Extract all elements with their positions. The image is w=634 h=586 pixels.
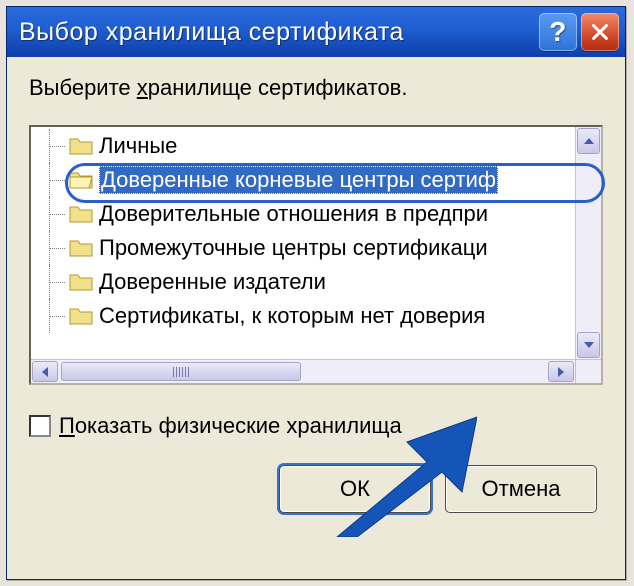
- tree-label: Сертификаты, к которым нет доверия: [99, 303, 485, 329]
- tree-row[interactable]: Промежуточные центры сертификаци: [31, 231, 601, 265]
- folder-icon: [69, 136, 93, 156]
- titlebar[interactable]: Выбор хранилища сертификата ?: [7, 7, 625, 57]
- checkbox-label: Показать физические хранилища: [59, 413, 402, 439]
- folder-icon: [69, 306, 93, 326]
- close-icon: [589, 21, 611, 43]
- scroll-right-button[interactable]: [548, 361, 574, 382]
- tree-label: Доверенные издатели: [99, 269, 326, 295]
- dialog-window: Выбор хранилища сертификата ? Выберите х…: [6, 6, 626, 580]
- titlebar-buttons: ?: [539, 13, 619, 51]
- cancel-button[interactable]: Отмена: [445, 465, 597, 513]
- scrollbar-corner: [575, 359, 601, 383]
- show-physical-stores-checkbox-row[interactable]: Показать физические хранилища: [29, 413, 603, 439]
- help-button[interactable]: ?: [539, 13, 577, 51]
- tree-label: Доверительные отношения в предпри: [99, 201, 488, 227]
- button-label: Отмена: [482, 476, 561, 502]
- tree-label: Промежуточные центры сертификаци: [99, 235, 488, 261]
- folder-icon: [69, 272, 93, 292]
- help-icon: ?: [549, 16, 567, 48]
- button-label: ОК: [340, 476, 370, 502]
- instruction-text: Выберите хранилище сертификатов.: [29, 75, 603, 101]
- scroll-track[interactable]: [59, 360, 547, 383]
- scroll-down-button[interactable]: [577, 332, 600, 358]
- tree-view[interactable]: Личные Доверенные корневые центры сертиф…: [31, 127, 601, 383]
- tree-row[interactable]: Доверенные корневые центры сертиф: [31, 163, 601, 197]
- button-row: ОК Отмена: [29, 465, 603, 513]
- vertical-scrollbar[interactable]: [575, 127, 601, 359]
- horizontal-scrollbar[interactable]: [31, 359, 575, 383]
- tree-label: Доверенные корневые центры сертиф: [99, 166, 498, 194]
- tree-row[interactable]: Доверенные издатели: [31, 265, 601, 299]
- scroll-left-button[interactable]: [32, 361, 58, 382]
- close-button[interactable]: [581, 13, 619, 51]
- tree-row[interactable]: Личные: [31, 129, 601, 163]
- scroll-up-button[interactable]: [577, 128, 600, 154]
- folder-icon: [69, 204, 93, 224]
- tree-row[interactable]: Доверительные отношения в предпри: [31, 197, 601, 231]
- folder-open-icon: [69, 170, 93, 190]
- ok-button[interactable]: ОК: [279, 465, 431, 513]
- window-title: Выбор хранилища сертификата: [19, 18, 539, 47]
- dialog-body: Выберите хранилище сертификатов. Личные …: [7, 57, 625, 579]
- folder-icon: [69, 238, 93, 258]
- scroll-thumb[interactable]: [61, 362, 301, 381]
- tree-row[interactable]: Сертификаты, к которым нет доверия: [31, 299, 601, 333]
- grip-icon: [173, 367, 189, 377]
- checkbox[interactable]: [29, 415, 51, 437]
- scroll-track[interactable]: [576, 155, 601, 331]
- tree-label: Личные: [99, 133, 177, 159]
- certificate-store-tree[interactable]: Личные Доверенные корневые центры сертиф…: [29, 125, 603, 385]
